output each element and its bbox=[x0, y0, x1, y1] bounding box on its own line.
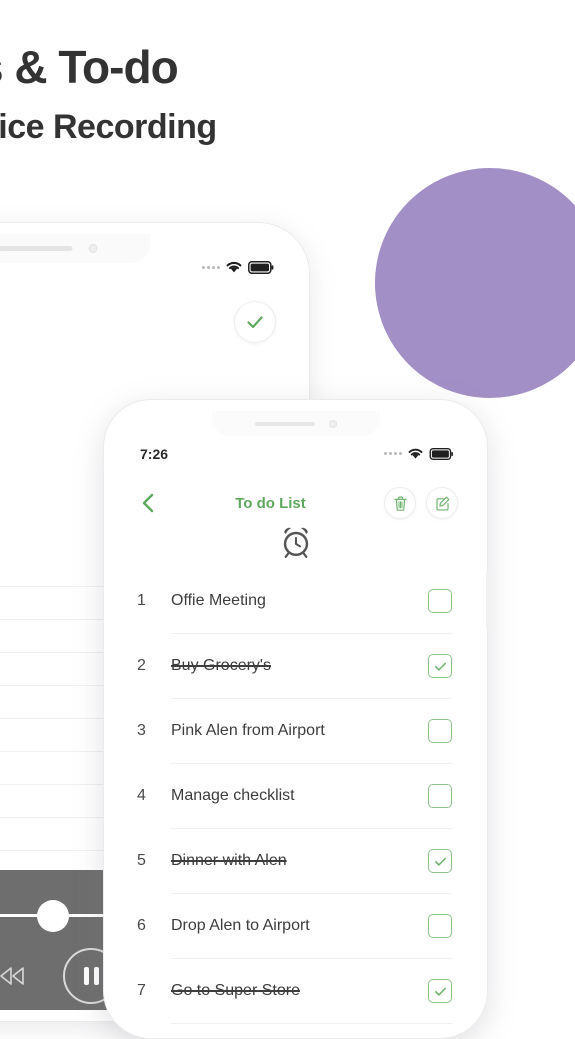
edit-icon bbox=[435, 496, 449, 511]
rewind-icon[interactable] bbox=[0, 964, 27, 988]
headline-line-2: oice Recording bbox=[0, 108, 217, 146]
todo-checkbox[interactable] bbox=[428, 979, 452, 1003]
check-icon bbox=[434, 987, 446, 996]
todo-checkbox[interactable] bbox=[428, 719, 452, 743]
alarm-banner bbox=[115, 523, 476, 561]
todo-checkbox[interactable] bbox=[428, 589, 452, 613]
purple-decorative-circle bbox=[375, 168, 575, 398]
foreground-phone-screen: 7:26 To do List 1 Offie Meeting 2 Buy Gr… bbox=[115, 411, 476, 1038]
todo-row[interactable]: 1 Offie Meeting bbox=[115, 569, 476, 633]
check-icon bbox=[434, 857, 446, 866]
battery-icon bbox=[429, 447, 453, 460]
signal-dots-icon bbox=[384, 452, 402, 455]
screen-title: To do List bbox=[235, 494, 306, 512]
todo-number: 7 bbox=[137, 982, 146, 999]
note-confirm-button[interactable] bbox=[234, 301, 276, 343]
battery-icon bbox=[248, 260, 274, 274]
todo-row[interactable]: 5 Dinner with Alen bbox=[115, 829, 476, 893]
todo-label: Buy Grocery's bbox=[171, 657, 271, 674]
header-actions bbox=[384, 487, 458, 519]
edit-button[interactable] bbox=[426, 487, 458, 519]
todo-label: Offie Meeting bbox=[171, 592, 266, 609]
todo-row[interactable]: 2 Buy Grocery's bbox=[115, 634, 476, 698]
chevron-left-icon bbox=[142, 493, 154, 513]
todo-label: Manage checklist bbox=[171, 787, 295, 804]
speaker-grille-icon bbox=[0, 246, 72, 251]
audio-slider-knob[interactable] bbox=[37, 900, 69, 932]
notch bbox=[211, 411, 380, 436]
todo-checkbox[interactable] bbox=[428, 914, 452, 938]
todo-checkbox[interactable] bbox=[428, 784, 452, 808]
wifi-icon bbox=[226, 261, 242, 273]
row-separator bbox=[171, 1023, 452, 1024]
todo-number: 2 bbox=[137, 657, 146, 674]
todo-row[interactable]: 7 Go to Super Store bbox=[115, 959, 476, 1023]
todo-row[interactable]: 6 Drop Alen to Airport bbox=[115, 894, 476, 958]
todo-label: Dinner with Alen bbox=[171, 852, 287, 869]
signal-dots-icon bbox=[202, 265, 220, 269]
status-bar bbox=[202, 260, 274, 274]
note-header: New Note bbox=[0, 296, 298, 348]
todo-number: 1 bbox=[137, 592, 146, 609]
todo-label: Go to Super Store bbox=[171, 982, 300, 999]
todo-row[interactable]: 4 Manage checklist bbox=[115, 764, 476, 828]
page-title: s & To-do oice Recording bbox=[0, 44, 398, 144]
speaker-grille-icon bbox=[254, 421, 315, 426]
todo-label: Drop Alen to Airport bbox=[171, 917, 310, 934]
notch bbox=[0, 234, 150, 263]
todo-label: Pink Alen from Airport bbox=[171, 722, 325, 739]
front-camera-icon bbox=[88, 244, 97, 253]
status-time: 7:26 bbox=[140, 446, 169, 462]
todo-number: 3 bbox=[137, 722, 146, 739]
todo-checkbox[interactable] bbox=[428, 849, 452, 873]
foreground-phone-mockup: 7:26 To do List 1 Offie Meeting 2 Buy Gr… bbox=[103, 399, 490, 1039]
app-header: To do List bbox=[115, 479, 476, 527]
todo-checkbox[interactable] bbox=[428, 654, 452, 678]
todo-number: 4 bbox=[137, 787, 146, 804]
delete-button[interactable] bbox=[384, 487, 416, 519]
headline-line-1: s & To-do bbox=[0, 41, 179, 93]
power-button[interactable] bbox=[486, 572, 490, 630]
todo-number: 6 bbox=[137, 917, 146, 934]
alarm-clock-icon bbox=[283, 527, 308, 558]
todo-row[interactable]: 3 Pink Alen from Airport bbox=[115, 699, 476, 763]
front-camera-icon bbox=[328, 419, 337, 428]
status-bar bbox=[384, 447, 454, 460]
todo-number: 5 bbox=[137, 852, 146, 869]
todo-list: 1 Offie Meeting 2 Buy Grocery's 3 Pink Alen f… bbox=[115, 569, 476, 1038]
check-icon bbox=[434, 662, 446, 671]
trash-icon bbox=[393, 496, 407, 511]
wifi-icon bbox=[408, 448, 423, 459]
check-icon bbox=[247, 316, 263, 329]
